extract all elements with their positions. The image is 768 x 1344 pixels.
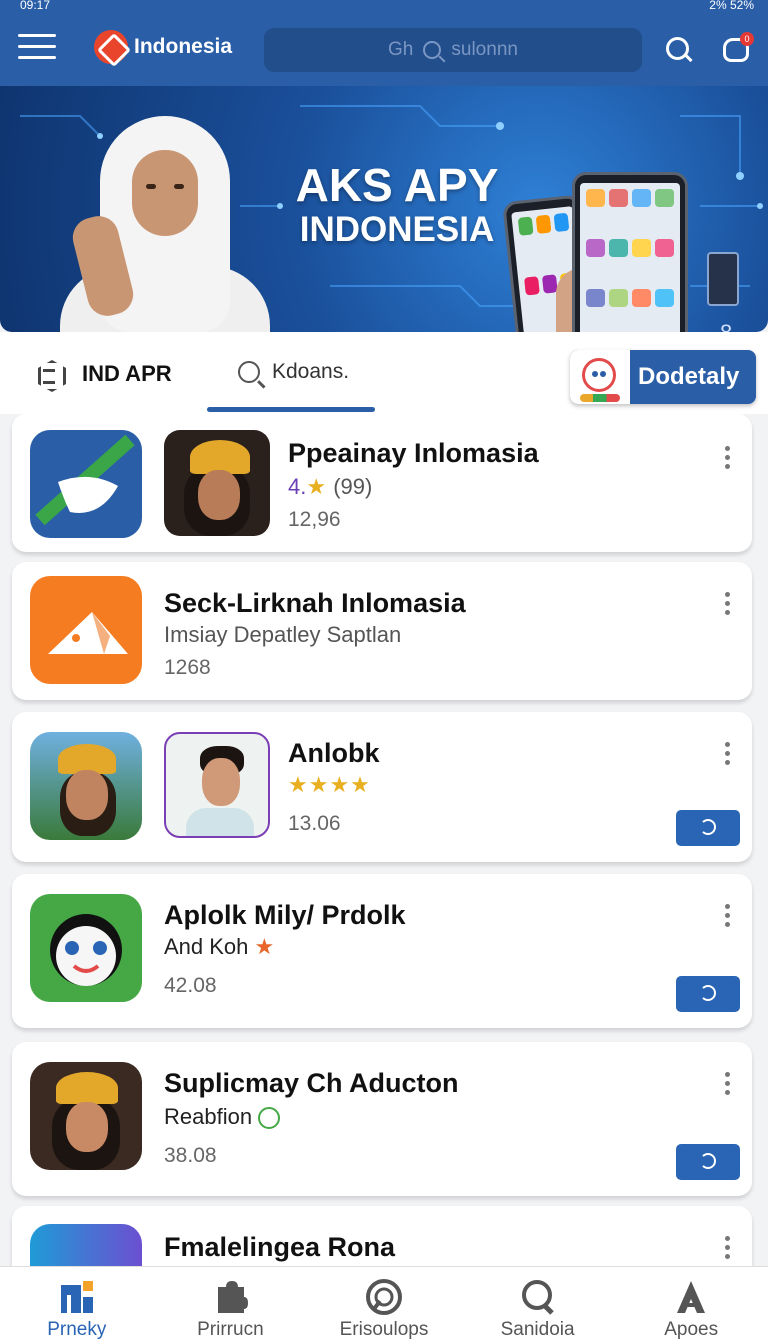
magnifier-icon [238,361,260,383]
brand-name: Indonesia [134,35,233,58]
search-input[interactable]: Gh sulonnn [264,28,642,72]
menu-icon[interactable] [18,34,56,64]
app-list-item[interactable]: Aplolk Mily/ Prdolk And Koh ★ 42.08 [12,874,752,1028]
active-tab-indicator [207,407,375,412]
review-count: (99) [333,474,373,499]
app-thumbnail-image [164,732,270,838]
promo-button[interactable]: Dodetaly [570,350,756,404]
bottom-navigation: Prneky Prirrucn Erisoulops Sanidoia Apoe… [0,1266,768,1344]
nav-item-apoes[interactable]: Apoes [614,1267,768,1344]
banner-title-line2: INDONESIA [299,210,495,249]
more-options-icon[interactable] [722,904,732,930]
app-thumbnail-image [164,430,270,536]
banner-phone-front [572,172,688,332]
update-button[interactable] [676,1144,740,1180]
nav-label: Erisoulops [339,1319,429,1340]
app-list-item[interactable]: Seck-Lirknah Inlomasia Imsiay Depatley S… [12,562,752,700]
app-subtitle: Reabfion [164,1104,253,1129]
banner-title: AKS APY INDONESIA [282,160,512,250]
app-subtitle: Imsiay Depatley Saptlan [164,622,402,647]
rating-value: 4. [288,474,307,499]
top-app-bar: Indonesia Gh sulonnn 0 [0,14,768,86]
star-icon: ★ [254,934,275,959]
layers-icon [34,358,64,390]
update-button[interactable] [676,810,740,846]
app-subtitle-row: Reabfion [164,1104,281,1130]
update-button[interactable] [676,976,740,1012]
brand-logo-icon [94,30,128,64]
app-size: 1268 [164,656,211,679]
app-rating-stars: ★★★★ [288,772,371,798]
search-query: sulonnn [451,39,518,60]
nav-label: Apoes [664,1319,719,1340]
chat-bubble-icon [258,1107,281,1130]
mountain-app-icon [30,576,142,684]
mascot-icon [570,350,630,404]
tabs-row: IND APR Kdoans. Dodetaly [0,332,768,414]
app-list-item[interactable]: Ppeainay Inlomasia 4.★ (99) 12,96 [12,414,752,552]
app-icon-image [30,732,142,840]
app-title: Aplolk Mily/ Prdolk [164,900,406,930]
app-icon-image [30,1062,142,1170]
tab-ind-apr[interactable]: IND APR [34,358,172,390]
app-title: Fmalelingea Rona [164,1232,396,1262]
status-battery: 2% 52% [709,0,754,12]
app-title: Suplicmay Ch Aducton [164,1068,459,1098]
app-size: 42.08 [164,974,217,997]
bird-app-icon [30,430,142,538]
promo-button-label: Dodetaly [638,363,740,390]
tab-search-label: Kdoans. [272,360,350,383]
more-options-icon[interactable] [722,446,732,472]
app-title: Seck-Lirknah Inlomasia [164,588,466,618]
nav-item-prneky[interactable]: Prneky [0,1267,154,1344]
nav-item-erisoulops[interactable]: Erisoulops [307,1267,461,1344]
search-icon [423,41,442,59]
notification-button[interactable]: 0 [720,32,754,66]
more-options-icon[interactable] [722,1236,732,1262]
search-placeholder: Gh [388,39,414,60]
brand[interactable]: Indonesia [94,30,232,64]
status-time: 09:17 [20,0,51,12]
nav-label: Prneky [47,1319,107,1340]
user-icon [677,1281,706,1313]
nav-label: Sanidoia [500,1319,575,1340]
status-bar: 09:17 2% 52% [0,0,768,14]
banner-tablet [707,252,739,306]
notification-badge: 0 [740,32,754,46]
app-subtitle-row: And Koh ★ [164,934,274,960]
nav-label: Prirrucn [197,1319,264,1340]
more-options-icon[interactable] [722,592,732,618]
more-options-icon[interactable] [722,742,732,768]
banner-side-number: 8 [720,320,732,332]
banner-title-line1: AKS APY [295,159,499,211]
app-subtitle: And Koh [164,934,249,959]
tab-search[interactable]: Kdoans. [238,360,349,384]
star-icon: ★ [306,474,328,499]
search-button[interactable] [666,37,692,63]
nav-item-sanidoia[interactable]: Sanidoia [461,1267,615,1344]
app-rating: 4.★ (99) [288,474,372,500]
app-size: 12,96 [288,508,341,531]
puzzle-icon [218,1281,249,1313]
app-list-item[interactable]: Suplicmay Ch Aducton Reabfion 38.08 [12,1042,752,1196]
app-title: Ppeainay Inlomasia [288,438,539,468]
chat-search-icon [521,1280,554,1315]
app-list-item[interactable]: Anlobk ★★★★ 13.06 [12,712,752,862]
apps-grid-icon [60,1281,93,1313]
promo-banner[interactable]: AKS APY INDONESIA 8 [0,86,768,332]
star-rating-icon: ★★★★ [288,772,371,797]
banner-person [60,106,270,332]
app-title: Anlobk [288,738,380,768]
app-size: 13.06 [288,812,341,835]
tab-ind-apr-label: IND APR [82,361,172,386]
compass-icon [365,1279,402,1315]
more-options-icon[interactable] [722,1072,732,1098]
cat-app-icon [30,894,142,1002]
app-size: 38.08 [164,1144,217,1167]
nav-item-prirrucn[interactable]: Prirrucn [154,1267,308,1344]
